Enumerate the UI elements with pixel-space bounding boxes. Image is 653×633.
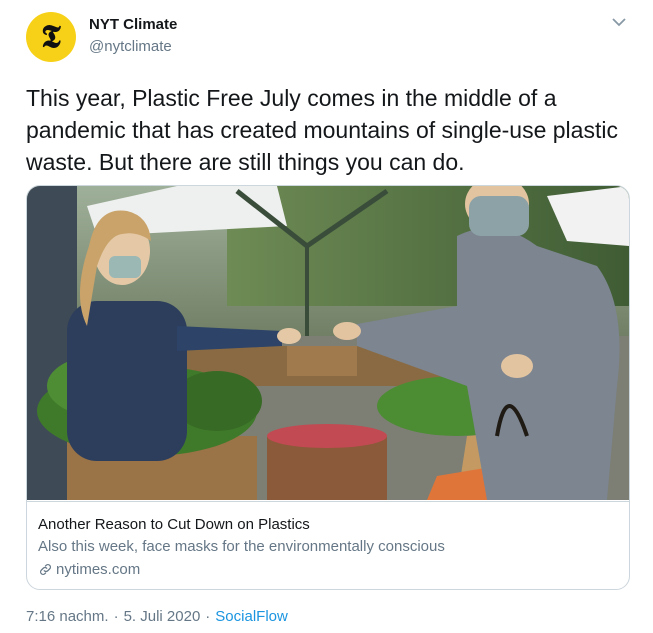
more-options-button[interactable] xyxy=(609,14,629,30)
link-card[interactable]: Another Reason to Cut Down on Plastics A… xyxy=(26,185,630,590)
card-domain-row: nytimes.com xyxy=(38,561,140,578)
card-info[interactable]: Another Reason to Cut Down on Plastics A… xyxy=(27,501,629,589)
tweet-time[interactable]: 7:16 nachm. xyxy=(26,608,109,625)
author-name[interactable]: NYT Climate xyxy=(89,16,177,33)
source-link[interactable]: SocialFlow xyxy=(215,608,288,625)
nyt-logo-icon: 𝕿 xyxy=(41,17,61,55)
tweet-text: This year, Plastic Free July comes in th… xyxy=(26,85,618,175)
link-icon xyxy=(40,564,51,575)
card-description: Also this week, face masks for the envir… xyxy=(38,538,445,555)
tweet: 𝕿 NYT Climate @nytclimate This year, Pla… xyxy=(0,0,653,633)
card-domain: nytimes.com xyxy=(56,561,141,578)
avatar[interactable]: 𝕿 xyxy=(26,12,76,62)
author-handle[interactable]: @nytclimate xyxy=(89,38,172,55)
card-image[interactable] xyxy=(27,186,629,500)
card-title[interactable]: Another Reason to Cut Down on Plastics xyxy=(38,516,310,533)
tweet-date[interactable]: 5. Juli 2020 xyxy=(124,608,201,625)
tweet-meta: 7:16 nachm. · 5. Juli 2020 · SocialFlow xyxy=(26,608,288,625)
meta-separator: · xyxy=(113,608,119,625)
meta-separator: · xyxy=(205,608,211,625)
chevron-down-icon xyxy=(612,17,626,26)
